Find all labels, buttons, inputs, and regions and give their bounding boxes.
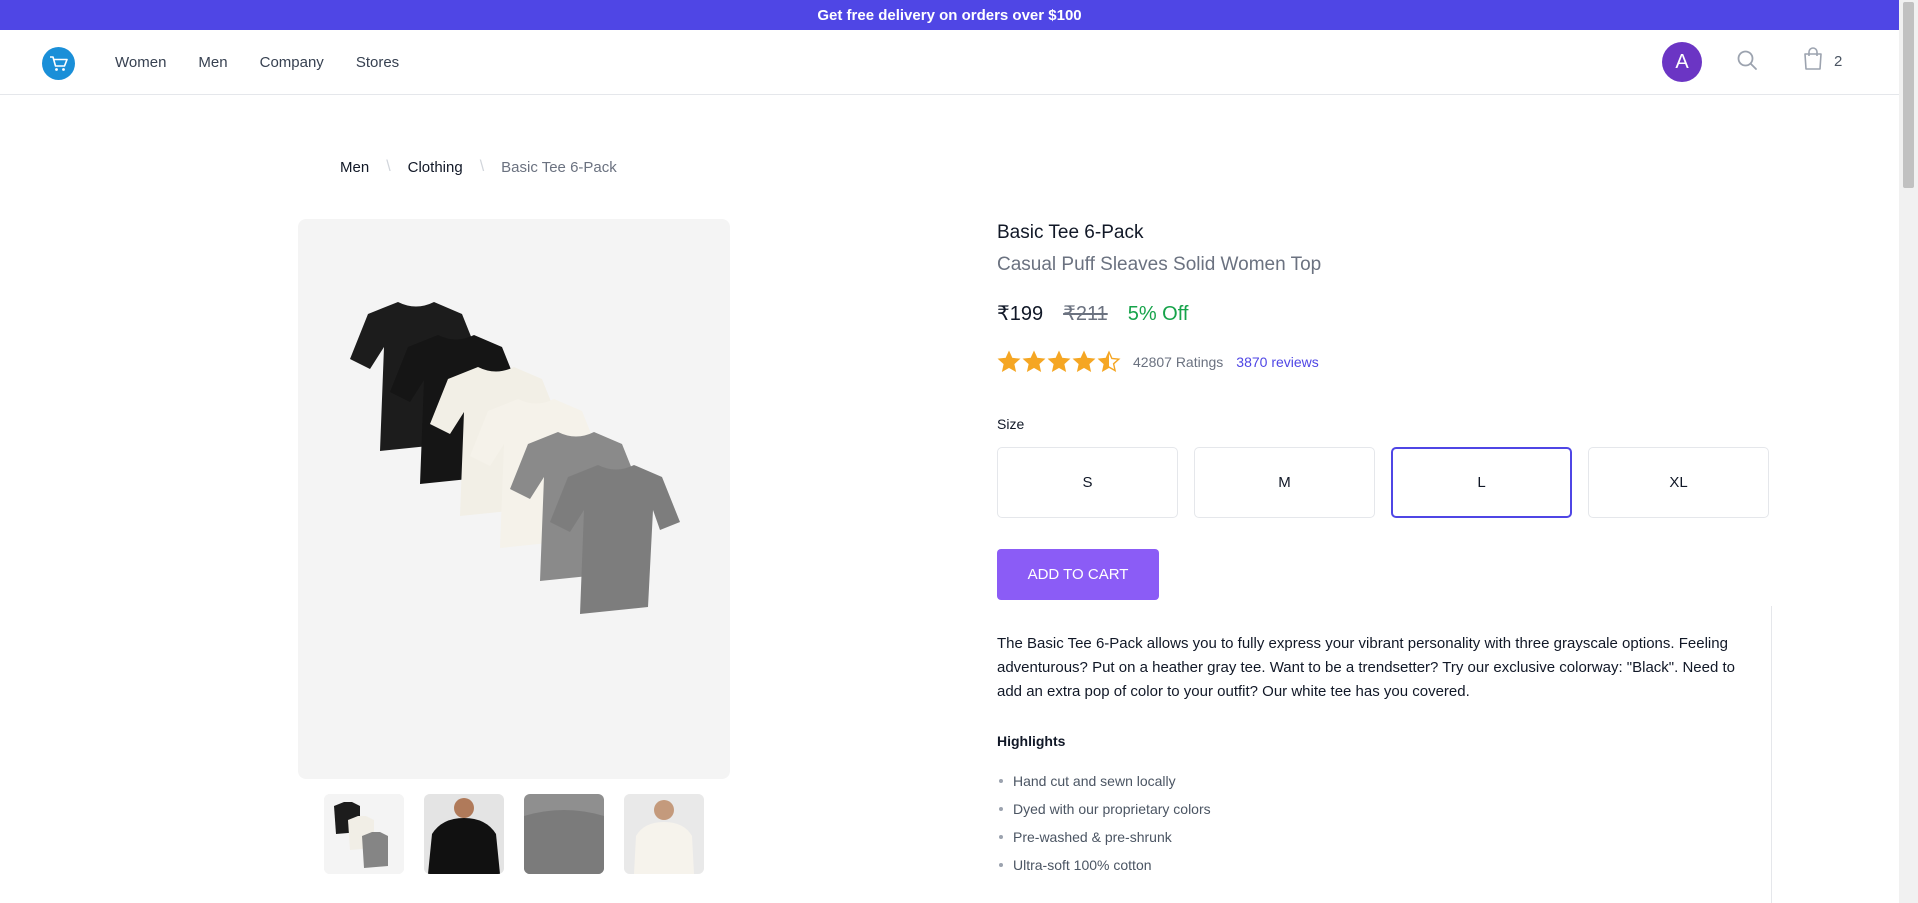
breadcrumb: Men \ Clothing \ Basic Tee 6-Pack: [340, 158, 617, 176]
breadcrumb-current: Basic Tee 6-Pack: [501, 158, 617, 176]
page-scrollbar[interactable]: [1899, 0, 1918, 903]
product-thumbnails: [324, 794, 704, 874]
main-nav: Women Men Company Stores: [115, 30, 399, 95]
product-price: ₹199: [997, 303, 1044, 325]
thumbnail-image[interactable]: [424, 794, 504, 874]
highlights-heading: Highlights: [997, 733, 1066, 749]
thumbnail-image[interactable]: [324, 794, 404, 874]
ratings-count: 42807 Ratings: [1133, 354, 1224, 370]
star-rating: [997, 350, 1121, 374]
shopping-cart-logo-icon[interactable]: [42, 47, 75, 80]
size-option-m[interactable]: M: [1194, 447, 1375, 518]
nav-link-women[interactable]: Women: [115, 54, 166, 71]
product-title: Basic Tee 6-Pack: [997, 222, 1144, 243]
size-selector: S M L XL: [997, 447, 1772, 518]
star-icon: [1022, 350, 1046, 374]
nav-link-stores[interactable]: Stores: [356, 54, 399, 71]
star-icon: [1097, 350, 1121, 374]
cart-button[interactable]: 2: [1802, 46, 1843, 76]
scrollbar-thumb[interactable]: [1903, 2, 1914, 188]
breadcrumb-clothing[interactable]: Clothing: [408, 159, 463, 176]
cart-count: 2: [1834, 52, 1843, 70]
thumbnail-image[interactable]: [524, 794, 604, 874]
price-row: ₹199 ₹211 5% Off: [997, 301, 1772, 326]
nav-link-company[interactable]: Company: [260, 54, 324, 71]
product-mrp: ₹211: [1063, 303, 1108, 325]
breadcrumb-separator: \: [479, 158, 485, 175]
size-option-s[interactable]: S: [997, 447, 1178, 518]
highlight-item: Hand cut and sewn locally: [997, 767, 1771, 795]
rating-row: 42807 Ratings 3870 reviews: [997, 350, 1772, 374]
star-icon: [1047, 350, 1071, 374]
highlight-item: Dyed with our proprietary colors: [997, 795, 1771, 823]
user-avatar[interactable]: A: [1662, 42, 1702, 82]
reviews-link[interactable]: 3870 reviews: [1236, 354, 1319, 370]
size-option-xl[interactable]: XL: [1588, 447, 1769, 518]
top-navbar: Women Men Company Stores A 2: [0, 30, 1899, 95]
product-description: The Basic Tee 6-Pack allows you to fully…: [997, 635, 1735, 700]
nav-link-men[interactable]: Men: [198, 54, 227, 71]
promo-text: Get free delivery on orders over $100: [817, 6, 1082, 24]
shopping-bag-icon: [1802, 46, 1824, 76]
highlight-item: Ultra-soft 100% cotton: [997, 851, 1771, 879]
breadcrumb-men[interactable]: Men: [340, 159, 369, 176]
highlight-item: Pre-washed & pre-shrunk: [997, 823, 1771, 851]
product-main-image: [298, 219, 730, 779]
product-subtitle: Casual Puff Sleaves Solid Women Top: [997, 254, 1322, 275]
thumbnail-image[interactable]: [624, 794, 704, 874]
star-icon: [1072, 350, 1096, 374]
product-discount: 5% Off: [1127, 303, 1189, 325]
size-option-l[interactable]: L: [1391, 447, 1572, 518]
promo-banner: Get free delivery on orders over $100: [0, 0, 1899, 30]
product-details: The Basic Tee 6-Pack allows you to fully…: [997, 606, 1772, 903]
size-label: Size: [997, 416, 1025, 432]
highlights-list: Hand cut and sewn locally Dyed with our …: [997, 767, 1771, 879]
search-icon[interactable]: [1735, 48, 1759, 72]
star-icon: [997, 350, 1021, 374]
product-info: Basic Tee 6-Pack Casual Puff Sleaves Sol…: [997, 222, 1772, 600]
add-to-cart-button[interactable]: ADD TO CART: [997, 549, 1159, 600]
breadcrumb-separator: \: [386, 158, 391, 175]
